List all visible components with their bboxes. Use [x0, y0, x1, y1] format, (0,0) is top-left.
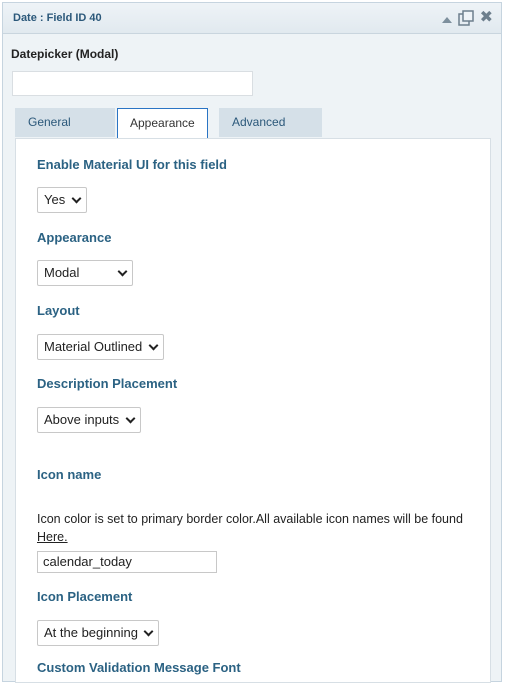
icon-names-link[interactable]: Here. [37, 530, 68, 544]
description-placement-select[interactable]: Above inputs [37, 407, 141, 433]
chevron-down-icon [125, 413, 136, 424]
icon-name-label: Icon name [37, 467, 102, 482]
icon-name-help-text: Icon color is set to primary border colo… [37, 512, 463, 526]
field-label-input[interactable] [12, 71, 253, 96]
appearance-select[interactable]: Modal [37, 260, 133, 286]
icon-placement-value: At the beginning [44, 625, 138, 640]
chevron-down-icon [71, 193, 82, 204]
icon-name-help: Icon color is set to primary border colo… [37, 510, 477, 546]
appearance-value: Modal [44, 265, 80, 280]
close-icon[interactable]: ✖ [480, 10, 493, 26]
description-placement-value: Above inputs [44, 412, 120, 427]
material-ui-value: Yes [44, 192, 66, 207]
collapse-up-icon[interactable] [441, 16, 452, 23]
duplicate-icon[interactable] [457, 10, 474, 26]
tab-general[interactable]: General [15, 108, 115, 137]
tab-advanced[interactable]: Advanced [219, 108, 322, 137]
field-settings-panel: Date : Field ID 40 ✖ Datepicker (Modal) … [2, 2, 502, 683]
chevron-down-icon [117, 266, 128, 277]
chevron-down-icon [148, 340, 159, 351]
material-ui-select[interactable]: Yes [37, 187, 87, 213]
layout-value: Material Outlined [44, 339, 143, 354]
tab-appearance[interactable]: Appearance [117, 108, 208, 139]
field-label-heading: Datepicker (Modal) [11, 47, 119, 61]
appearance-tab-content: Enable Material UI for this field Yes Ap… [15, 138, 491, 683]
description-placement-label: Description Placement [37, 376, 178, 391]
custom-validation-label: Custom Validation Message Font [37, 660, 241, 675]
icon-placement-select[interactable]: At the beginning [37, 620, 159, 646]
panel-title: Date : Field ID 40 [13, 12, 102, 24]
material-ui-label: Enable Material UI for this field [37, 157, 227, 172]
panel-header-actions: ✖ [441, 10, 493, 26]
icon-name-input[interactable]: calendar_today [37, 551, 217, 573]
appearance-label: Appearance [37, 230, 112, 245]
layout-label: Layout [37, 303, 80, 318]
layout-select[interactable]: Material Outlined [37, 334, 164, 360]
panel-header: Date : Field ID 40 ✖ [3, 3, 501, 34]
chevron-down-icon [143, 626, 154, 637]
icon-placement-label: Icon Placement [37, 589, 133, 604]
